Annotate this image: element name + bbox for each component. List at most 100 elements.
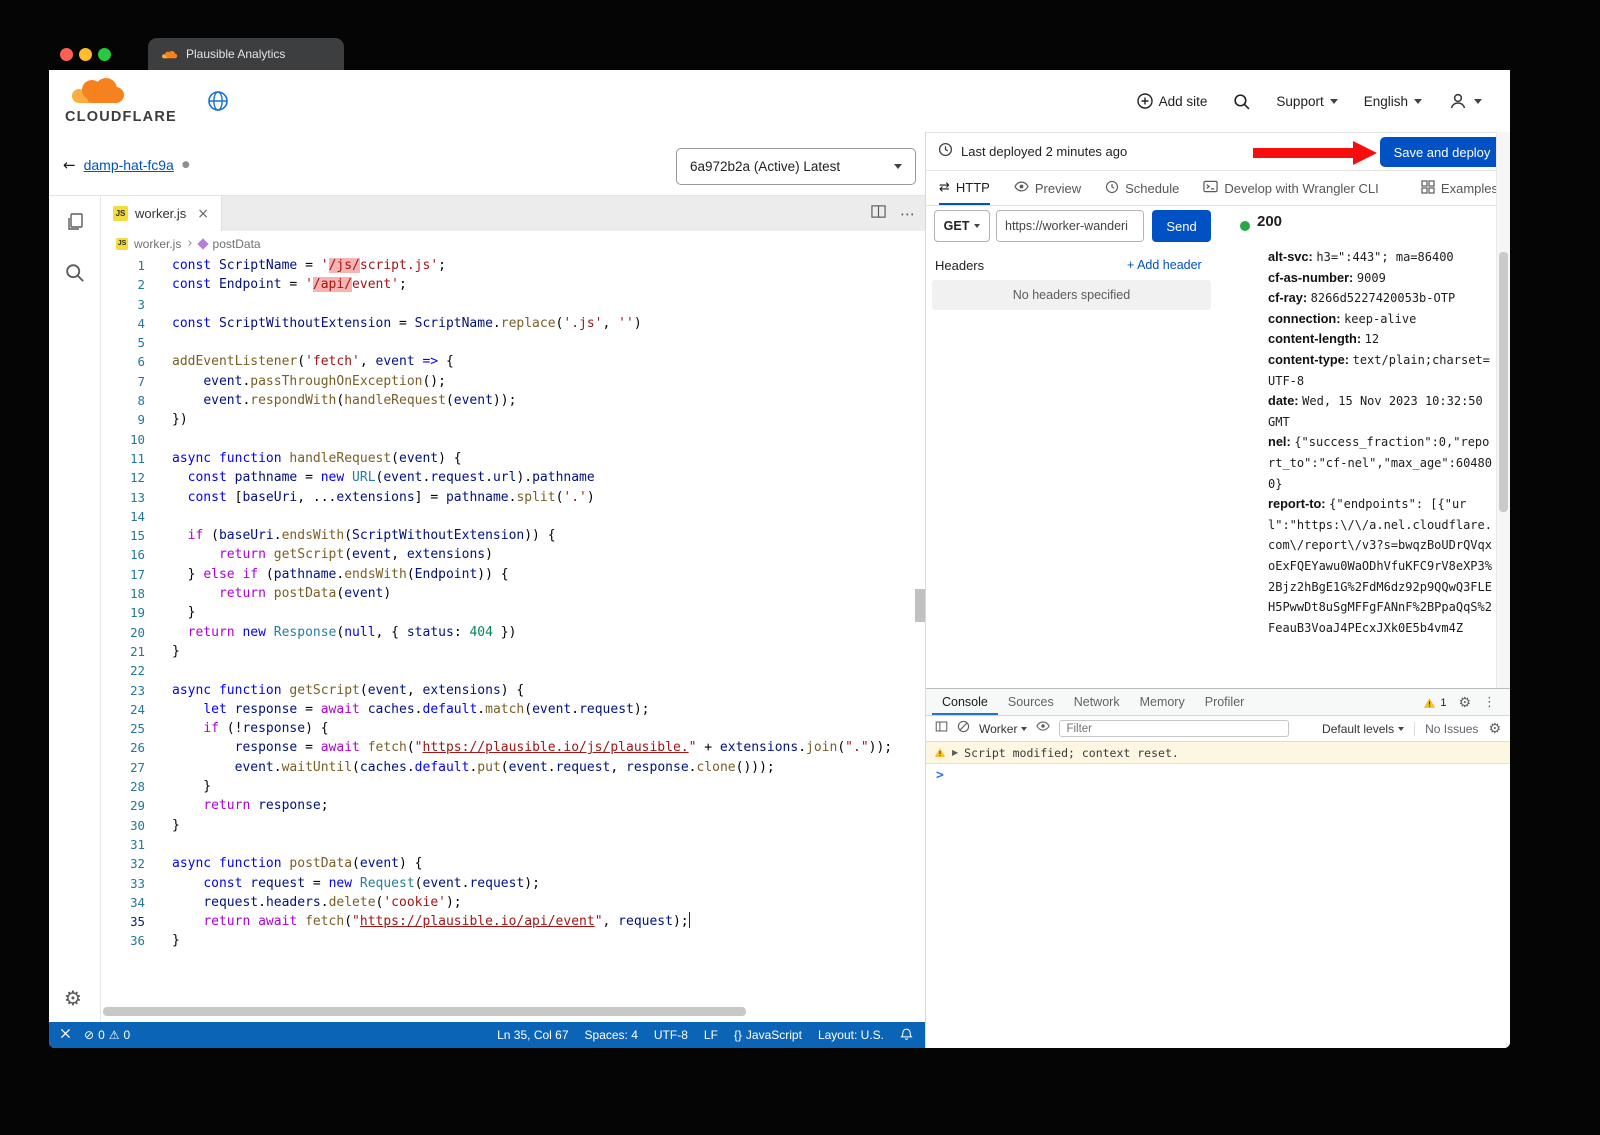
code-line[interactable]: 2const Endpoint = '/api/event'; (101, 275, 925, 294)
search-button[interactable] (1233, 93, 1250, 110)
code-line[interactable]: 24 let response = await caches.default.m… (101, 700, 925, 719)
tab-schedule[interactable]: Schedule (1105, 171, 1179, 205)
code-line[interactable]: 16 return getScript(event, extensions) (101, 545, 925, 564)
devtools-tab-network[interactable]: Network (1064, 689, 1130, 715)
code-line[interactable]: 5 (101, 333, 925, 352)
code-line[interactable]: 10 (101, 430, 925, 449)
horizontal-scrollbar[interactable] (103, 1007, 746, 1016)
code-line[interactable]: 12 const pathname = new URL(event.reques… (101, 468, 925, 487)
support-menu[interactable]: Support (1276, 94, 1337, 109)
zoom-window-button[interactable] (98, 48, 111, 61)
devtools-tab-memory[interactable]: Memory (1130, 689, 1195, 715)
vertical-scrollbar[interactable] (915, 589, 925, 622)
remote-tools-icon[interactable] (59, 1027, 72, 1043)
devtools-tab-profiler[interactable]: Profiler (1195, 689, 1255, 715)
more-actions-icon[interactable]: ⋯ (900, 205, 915, 223)
language-mode[interactable]: {} JavaScript (734, 1028, 802, 1042)
devtools-tab-console[interactable]: Console (932, 689, 998, 715)
code-line[interactable]: 17 } else if (pathname.endsWith(Endpoint… (101, 565, 925, 584)
notifications-bell-icon[interactable] (900, 1027, 913, 1044)
split-editor-icon[interactable] (871, 204, 886, 224)
cloudflare-logo[interactable]: CLOUDFLARE (65, 76, 177, 125)
console-sidebar-icon[interactable] (935, 720, 948, 738)
code-line[interactable]: 29 return response; (101, 796, 925, 815)
code-line[interactable]: 32async function postData(event) { (101, 854, 925, 873)
code-line[interactable]: 36} (101, 931, 925, 950)
console-filter-input[interactable] (1060, 723, 1288, 735)
code-line[interactable]: 11async function handleRequest(event) { (101, 449, 925, 468)
code-line[interactable]: 3 (101, 295, 925, 314)
code-lines[interactable]: 1const ScriptName = '/js/script.js';2con… (101, 256, 925, 951)
code-line[interactable]: 31 (101, 835, 925, 854)
save-and-deploy-button[interactable]: Save and deploy (1380, 137, 1504, 167)
tab-http[interactable]: ⇄ HTTP (939, 171, 990, 205)
tab-preview[interactable]: Preview (1014, 171, 1081, 205)
code-line[interactable]: 25 if (!response) { (101, 719, 925, 738)
breadcrumb-file[interactable]: worker.js (134, 237, 181, 251)
code-line[interactable]: 9}) (101, 410, 925, 429)
breadcrumb-symbol[interactable]: postData (213, 237, 261, 251)
execution-context-select[interactable]: Worker (979, 722, 1027, 736)
send-request-button[interactable]: Send (1152, 210, 1211, 242)
code-line[interactable]: 18 return postData(event) (101, 584, 925, 603)
language-menu[interactable]: English (1364, 94, 1422, 109)
code-line[interactable]: 7 event.passThroughOnException(); (101, 372, 925, 391)
code-line[interactable]: 28 } (101, 777, 925, 796)
cursor-position[interactable]: Ln 35, Col 67 (497, 1028, 568, 1042)
tab-wrangler[interactable]: Develop with Wrangler CLI (1203, 171, 1378, 205)
worker-name-link[interactable]: damp-hat-fc9a (84, 157, 174, 173)
devtools-settings-icon[interactable]: ⚙ (1458, 695, 1471, 711)
explorer-files-icon[interactable] (64, 211, 86, 238)
clear-console-icon[interactable] (957, 720, 970, 738)
code-line[interactable]: 19 } (101, 603, 925, 622)
expand-arrow-icon[interactable]: ▶ (952, 748, 958, 757)
code-line[interactable]: 27 event.waitUntil(caches.default.put(ev… (101, 758, 925, 777)
devtools-menu-icon[interactable]: ⋮ (1483, 695, 1496, 710)
problems-indicator[interactable]: ⊘ 0 ⚠ 0 (84, 1028, 130, 1042)
console-prompt[interactable]: > (926, 764, 1510, 786)
request-url-field[interactable] (996, 210, 1144, 242)
code-line[interactable]: 20 return new Response(null, { status: 4… (101, 623, 925, 642)
code-line[interactable]: 35 return await fetch("https://plausible… (101, 912, 925, 931)
code-line[interactable]: 30} (101, 816, 925, 835)
editor-breadcrumbs[interactable]: JS worker.js › postData (101, 231, 925, 256)
keyboard-layout[interactable]: Layout: U.S. (818, 1028, 884, 1042)
code-line[interactable]: 13 const [baseUri, ...extensions] = path… (101, 488, 925, 507)
devtools-tab-sources[interactable]: Sources (998, 689, 1064, 715)
account-menu[interactable] (1448, 91, 1482, 111)
close-tab-icon[interactable]: × (197, 206, 209, 222)
code-line[interactable]: 15 if (baseUri.endsWith(ScriptWithoutExt… (101, 526, 925, 545)
log-levels-select[interactable]: Default levels (1322, 722, 1404, 736)
code-line[interactable]: 34 request.headers.delete('cookie'); (101, 893, 925, 912)
code-line[interactable]: 14 (101, 507, 925, 526)
minimize-window-button[interactable] (79, 48, 92, 61)
indentation[interactable]: Spaces: 4 (585, 1028, 638, 1042)
editor-tab-workerjs[interactable]: JS worker.js × (101, 196, 222, 231)
code-line[interactable]: 26 response = await fetch("https://plaus… (101, 738, 925, 757)
version-select[interactable]: 6a972b2a (Active) Latest (676, 148, 916, 185)
issues-indicator[interactable]: No Issues (1425, 722, 1478, 736)
globe-icon[interactable] (207, 90, 229, 117)
code-line[interactable]: 8 event.respondWith(handleRequest(event)… (101, 391, 925, 410)
code-line[interactable]: 33 const request = new Request(event.req… (101, 874, 925, 893)
close-window-button[interactable] (60, 48, 73, 61)
add-site-button[interactable]: Add site (1137, 93, 1208, 109)
code-line[interactable]: 1const ScriptName = '/js/script.js'; (101, 256, 925, 275)
console-filter-field[interactable] (1059, 720, 1289, 737)
code-line[interactable]: 4const ScriptWithoutExtension = ScriptNa… (101, 314, 925, 333)
add-header-link[interactable]: + Add header (1127, 258, 1202, 272)
warnings-badge[interactable]: 1 (1423, 697, 1446, 709)
browser-tab[interactable]: Plausible Analytics (148, 38, 344, 70)
code-line[interactable]: 23async function getScript(event, extens… (101, 681, 925, 700)
panel-scrollbar[interactable] (1496, 132, 1510, 688)
encoding[interactable]: UTF-8 (654, 1028, 688, 1042)
search-panel-icon[interactable] (64, 262, 85, 288)
request-url-input[interactable] (997, 211, 1144, 241)
console-warning-message[interactable]: ▶ Script modified; context reset. (926, 742, 1510, 764)
code-line[interactable]: 21} (101, 642, 925, 661)
eol-sequence[interactable]: LF (704, 1028, 718, 1042)
back-arrow-icon[interactable]: ← (63, 156, 76, 174)
http-method-select[interactable]: GET (934, 210, 990, 242)
code-line[interactable]: 22 (101, 661, 925, 680)
scrollbar-thumb[interactable] (1499, 252, 1508, 512)
